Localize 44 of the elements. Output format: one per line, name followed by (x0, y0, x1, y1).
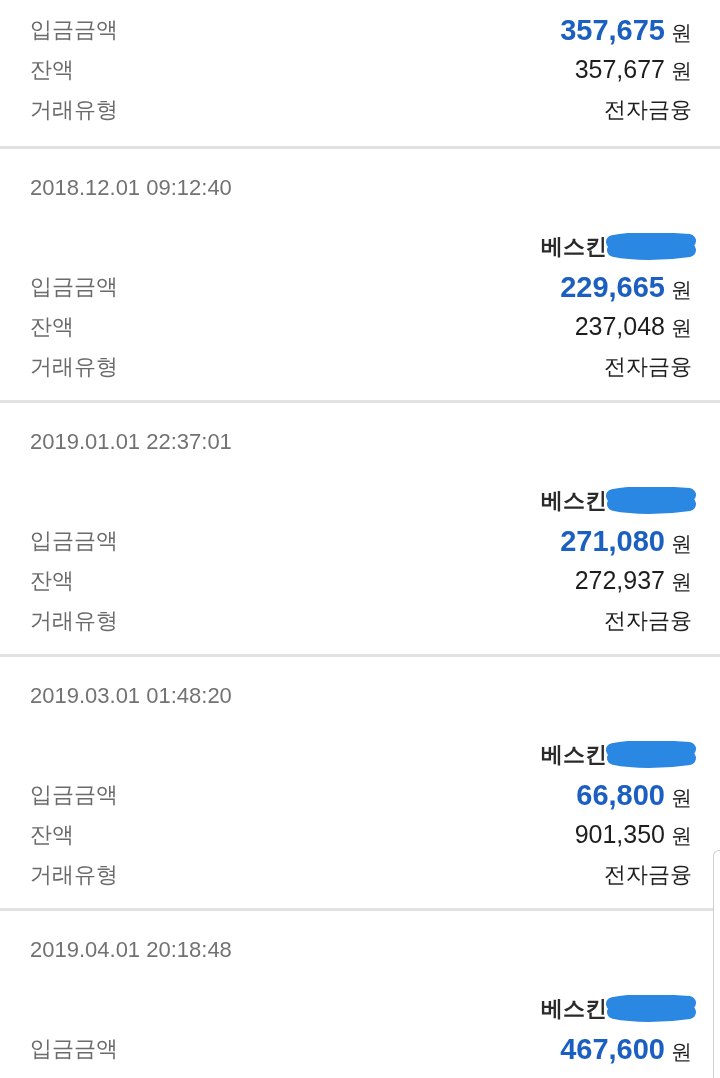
field-label: 잔액 (30, 567, 74, 595)
field-label: 입금금액 (30, 273, 118, 301)
field-label: 거래유형 (30, 607, 118, 635)
field-label: 거래유형 (30, 861, 118, 889)
deposit-amount: 357,675 (560, 13, 665, 47)
currency-unit: 원 (671, 784, 692, 811)
field-label: 잔액 (30, 313, 74, 341)
field-label: 입금금액 (30, 1035, 118, 1063)
deposit-amount: 271,080 (560, 524, 665, 558)
transaction-type: 전자금융 (604, 861, 692, 889)
transaction-datetime: 2019.03.01 01:48:20 (30, 683, 232, 709)
currency-unit: 원 (671, 1038, 692, 1065)
field-label: 입금금액 (30, 527, 118, 555)
field-label: 잔액 (30, 56, 74, 84)
balance-amount: 357,677 (574, 55, 665, 84)
transaction-type: 전자금융 (604, 96, 692, 124)
balance-amount: 901,350 (574, 820, 665, 849)
counterparty-name: 베스킨 (541, 995, 607, 1023)
currency-unit: 원 (671, 19, 692, 46)
transaction-type: 전자금융 (604, 353, 692, 381)
field-label: 입금금액 (30, 781, 118, 809)
field-label: 입금금액 (30, 16, 118, 44)
transaction-datetime: 2019.04.01 20:18:48 (30, 937, 232, 963)
deposit-amount: 229,665 (560, 270, 665, 304)
balance-amount: 237,048 (574, 312, 665, 341)
transaction-type: 전자금융 (604, 607, 692, 635)
deposit-amount: 66,800 (576, 778, 665, 812)
counterparty-name: 베스킨 (541, 487, 607, 515)
currency-unit: 원 (671, 530, 692, 557)
transaction-datetime: 2018.12.01 09:12:40 (30, 175, 232, 201)
deposit-amount: 467,600 (560, 1032, 665, 1066)
currency-unit: 원 (671, 823, 692, 849)
counterparty-name: 베스킨 (541, 233, 607, 261)
transaction-datetime: 2019.01.01 22:37:01 (30, 429, 232, 455)
currency-unit: 원 (671, 315, 692, 341)
currency-unit: 원 (671, 276, 692, 303)
currency-unit: 원 (671, 569, 692, 595)
counterparty-name: 베스킨 (541, 741, 607, 769)
field-label: 거래유형 (30, 96, 118, 124)
edge-panel-handle[interactable] (713, 850, 720, 1078)
balance-amount: 272,937 (574, 566, 665, 595)
currency-unit: 원 (671, 58, 692, 84)
field-label: 거래유형 (30, 353, 118, 381)
field-label: 잔액 (30, 821, 74, 849)
